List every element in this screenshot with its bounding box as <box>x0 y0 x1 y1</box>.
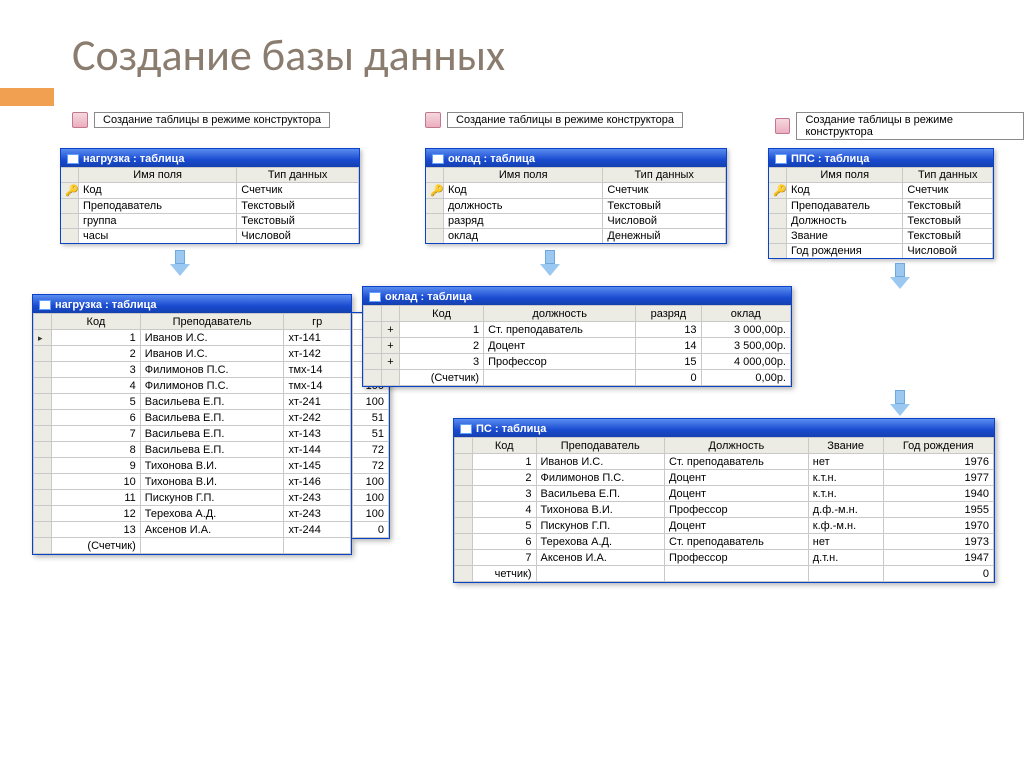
window-title: нагрузка : таблица <box>55 299 157 311</box>
table-icon <box>460 424 472 434</box>
col-group[interactable]: гр <box>284 314 351 330</box>
table-row[interactable]: 3Васильева Е.П.Доцентк.т.н.1940 <box>455 486 994 502</box>
table-row[interactable]: 6Васильева Е.П.хт-242 <box>34 410 351 426</box>
field-row[interactable]: разрядЧисловой <box>426 213 726 228</box>
table-row[interactable]: 11Пискунов Г.П.хт-243 <box>34 490 351 506</box>
col-kod[interactable]: Код <box>400 306 484 322</box>
table-row[interactable]: 7Аксенов И.А.Профессорд.т.н.1947 <box>455 550 994 566</box>
table-row[interactable]: 1Иванов И.С.Ст. преподавательнет1976 <box>455 454 994 470</box>
col-field: Имя поля <box>444 168 603 182</box>
datasheet-nagruzka[interactable]: нагрузка : таблица Код Преподаватель гр … <box>32 294 352 555</box>
link-label: Создание таблицы в режиме конструктора <box>94 112 330 128</box>
access-icon <box>775 118 790 134</box>
table-row[interactable]: 4Филимонов П.С.тмх-14 <box>34 378 351 394</box>
col-kod[interactable]: Код <box>473 438 537 454</box>
data-grid[interactable]: Код Преподаватель гр 1Иванов И.С.хт-1412… <box>33 313 351 554</box>
table-icon <box>39 300 51 310</box>
table-row[interactable]: 8Васильева Е.П.хт-144 <box>34 442 351 458</box>
table-row[interactable]: +2Доцент143 500,00р. <box>364 338 791 354</box>
field-row[interactable]: ПреподавательТекстовый <box>61 198 359 213</box>
table-row[interactable]: +1Ст. преподаватель133 000,00р. <box>364 322 791 338</box>
table-row[interactable]: 5Пискунов Г.П.Доцентк.ф.-м.н.1970 <box>455 518 994 534</box>
field-row[interactable]: окладДенежный <box>426 228 726 243</box>
col-rank[interactable]: разряд <box>636 306 701 322</box>
arrow-down-icon <box>170 250 190 278</box>
new-row[interactable]: (Счетчик) <box>34 538 351 554</box>
col-kod[interactable]: Код <box>52 314 141 330</box>
field-row[interactable]: ПреподавательТекстовый <box>769 198 993 213</box>
col-type: Тип данных <box>603 168 726 182</box>
field-row[interactable]: 🔑КодСчетчик <box>426 182 726 198</box>
table-row[interactable]: 4Тихонова В.И.Профессорд.ф.-м.н.1955 <box>455 502 994 518</box>
table-row[interactable]: 1Иванов И.С.хт-141 <box>34 330 351 346</box>
data-grid[interactable]: Код должность разряд оклад +1Ст. препода… <box>363 305 791 386</box>
field-row[interactable]: 🔑КодСчетчик <box>61 182 359 198</box>
table-row[interactable]: 7Васильева Е.П.хт-143 <box>34 426 351 442</box>
field-row[interactable]: группаТекстовый <box>61 213 359 228</box>
datasheet-oklad[interactable]: оклад : таблица Код должность разряд окл… <box>362 286 792 387</box>
col-type: Тип данных <box>237 168 359 182</box>
window-titlebar[interactable]: нагрузка : таблица <box>33 295 351 313</box>
field-row[interactable]: 🔑КодСчетчик <box>769 182 993 198</box>
arrow-down-icon <box>890 390 910 418</box>
arrow-down-icon <box>890 263 910 291</box>
col-salary[interactable]: оклад <box>701 306 790 322</box>
window-title: ПС : таблица <box>476 423 546 435</box>
arrow-down-icon <box>540 250 560 278</box>
table-row[interactable]: +3Профессор154 000,00р. <box>364 354 791 370</box>
table-icon <box>432 154 444 164</box>
table-row[interactable]: 2Иванов И.С.хт-142 <box>34 346 351 362</box>
table-row[interactable]: 5Васильева Е.П.хт-241 <box>34 394 351 410</box>
design-nagruzka[interactable]: нагрузка : таблица Имя поляТип данных 🔑К… <box>60 148 360 244</box>
access-icon <box>425 112 441 128</box>
window-titlebar[interactable]: оклад : таблица <box>426 149 726 167</box>
window-title: оклад : таблица <box>448 153 535 165</box>
datasheet-pps[interactable]: ПС : таблица Код Преподаватель Должность… <box>453 418 995 583</box>
field-row[interactable]: ЗваниеТекстовый <box>769 228 993 243</box>
table-row[interactable]: 10Тихонова В.И.хт-146 <box>34 474 351 490</box>
link-label: Создание таблицы в режиме конструктора <box>447 112 683 128</box>
accent-bar <box>0 88 54 106</box>
table-row[interactable]: 12Терехова А.Д.хт-243 <box>34 506 351 522</box>
new-row[interactable]: четчик)0 <box>455 566 994 582</box>
col-position[interactable]: должность <box>484 306 636 322</box>
window-title: нагрузка : таблица <box>83 153 185 165</box>
field-row[interactable]: Год рожденияЧисловой <box>769 243 993 258</box>
table-icon <box>775 154 787 164</box>
access-icon <box>72 112 88 128</box>
design-oklad[interactable]: оклад : таблица Имя поляТип данных 🔑КодС… <box>425 148 727 244</box>
table-row[interactable]: 6Терехова А.Д.Ст. преподавательнет1973 <box>455 534 994 550</box>
field-row[interactable]: ДолжностьТекстовый <box>769 213 993 228</box>
design-pps[interactable]: ППС : таблица Имя поляТип данных 🔑КодСче… <box>768 148 994 259</box>
window-titlebar[interactable]: нагрузка : таблица <box>61 149 359 167</box>
create-table-link-3[interactable]: Создание таблицы в режиме конструктора <box>775 112 1024 140</box>
table-icon <box>369 292 381 302</box>
window-titlebar[interactable]: ПС : таблица <box>454 419 994 437</box>
col-position[interactable]: Должность <box>664 438 808 454</box>
window-titlebar[interactable]: ППС : таблица <box>769 149 993 167</box>
col-field: Имя поля <box>787 168 903 182</box>
slide-title: Создание базы данных <box>72 28 505 82</box>
create-table-link-1[interactable]: Создание таблицы в режиме конструктора <box>72 112 330 128</box>
link-label: Создание таблицы в режиме конструктора <box>796 112 1024 140</box>
data-grid[interactable]: Код Преподаватель Должность Звание Год р… <box>454 437 994 582</box>
table-row[interactable]: 9Тихонова В.И.хт-145 <box>34 458 351 474</box>
field-row[interactable]: должностьТекстовый <box>426 198 726 213</box>
table-row[interactable]: 2Филимонов П.С.Доцентк.т.н.1977 <box>455 470 994 486</box>
col-prepod[interactable]: Преподаватель <box>140 314 284 330</box>
field-row[interactable]: часыЧисловой <box>61 228 359 243</box>
table-row[interactable]: 3Филимонов П.С.тмх-14 <box>34 362 351 378</box>
col-field: Имя поля <box>79 168 237 182</box>
col-prepod[interactable]: Преподаватель <box>536 438 664 454</box>
table-row[interactable]: 13Аксенов И.А.хт-244 <box>34 522 351 538</box>
window-titlebar[interactable]: оклад : таблица <box>363 287 791 305</box>
new-row[interactable]: (Счетчик)00,00р. <box>364 370 791 386</box>
create-table-link-2[interactable]: Создание таблицы в режиме конструктора <box>425 112 683 128</box>
table-icon <box>67 154 79 164</box>
window-title: оклад : таблица <box>385 291 472 303</box>
col-title[interactable]: Звание <box>808 438 883 454</box>
window-title: ППС : таблица <box>791 153 869 165</box>
col-type: Тип данных <box>903 168 993 182</box>
col-year[interactable]: Год рождения <box>883 438 993 454</box>
